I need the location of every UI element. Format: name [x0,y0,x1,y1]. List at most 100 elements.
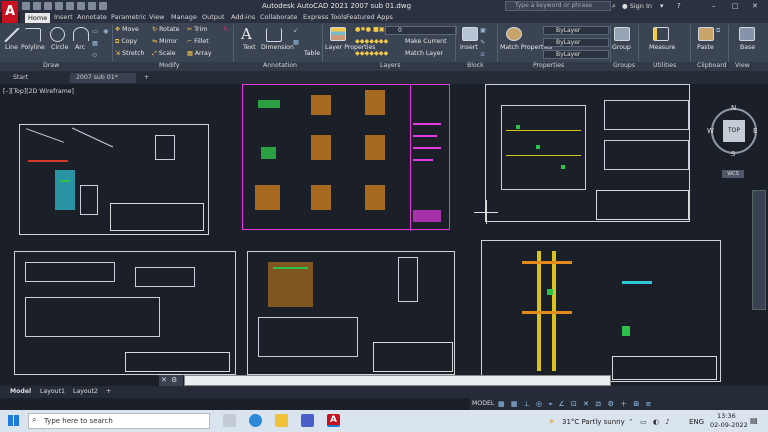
circle-button[interactable]: Circle [51,44,68,51]
panel-label-properties[interactable]: Properties [533,62,564,69]
wrench-icon[interactable]: ⚙ [171,376,177,384]
clock-time[interactable]: 13:36 [717,412,736,420]
rotate-button[interactable]: ↻ Rotate [152,26,179,33]
weather-status[interactable]: 31°C Partly sunny [562,418,625,426]
arc-icon[interactable] [73,27,89,41]
input-language[interactable]: ENG [689,418,704,426]
polyline-icon[interactable] [25,28,41,42]
panel-label-utilities[interactable]: Utilities [653,62,676,69]
stretch-button[interactable]: ⇲ Stretch [115,50,144,57]
search-icon[interactable]: ⌕ [612,2,616,11]
rectangle-icon[interactable]: ▭ [92,28,98,35]
tab-view[interactable]: View [149,13,164,21]
line-icon[interactable] [4,28,20,42]
system-tray-icons[interactable]: ⌃ ▭ ◐ ♪ [628,418,672,426]
tab-express-tools[interactable]: Express Tools [303,13,346,21]
panel-label-view[interactable]: View [735,62,750,69]
maximize-icon[interactable]: □ [732,2,739,10]
panel-label-clipboard[interactable]: Clipboard [697,62,727,69]
array-button[interactable]: ▦ Array [187,50,212,57]
viewcube[interactable]: TOP N S E W [707,104,761,162]
web-mobile-icon[interactable] [66,2,74,10]
open-file-icon[interactable] [33,2,41,10]
copy-button[interactable]: ⧉ Copy [115,38,137,46]
hatch-icon[interactable]: ▦ [92,40,98,47]
autocad-taskbar-icon[interactable]: A [327,414,340,427]
measure-icon[interactable] [653,27,669,41]
match-layer-button[interactable]: Match Layer [405,50,443,57]
tab-output[interactable]: Output [202,13,225,21]
paste-icon[interactable] [698,27,714,41]
tab-layout1[interactable]: Layout1 [40,388,65,395]
line-button[interactable]: Line [5,44,18,51]
notification-icon[interactable]: ▤ [750,416,758,425]
add-layout-button[interactable]: + [106,388,111,395]
panel-label-modify[interactable]: Modify [159,62,180,69]
text-button[interactable]: Text [243,44,256,51]
dimension-button[interactable]: Dimension [261,44,294,51]
tab-start[interactable]: Start [7,73,67,83]
new-file-icon[interactable] [22,2,30,10]
panel-label-draw[interactable]: Draw [43,62,59,69]
edit-attribute-icon[interactable]: ≡ [480,51,485,58]
leader-icon[interactable]: ↙ [293,27,298,34]
plot-icon[interactable] [77,2,85,10]
panel-label-layers[interactable]: Layers [380,62,400,69]
panel-label-groups[interactable]: Groups [613,62,635,69]
close-icon[interactable]: ✕ [752,2,758,10]
measure-button[interactable]: Measure [649,44,675,51]
linetype-dropdown[interactable]: ByLayer [543,38,609,47]
edge-icon[interactable] [249,414,262,427]
circle-icon[interactable] [50,27,65,42]
search-input[interactable]: Type a keyword or phrase [505,1,611,11]
match-properties-icon[interactable] [506,27,522,41]
tab-parametric[interactable]: Parametric [111,13,146,21]
create-block-icon[interactable]: ▣ [480,27,486,34]
model-space-toggle[interactable]: MODEL [472,400,494,407]
sign-in-button[interactable]: ● Sign In [622,2,652,10]
table-icon[interactable]: ▦ [293,39,299,46]
arc-button[interactable]: Arc [75,44,85,51]
copy-clip-icon[interactable]: ⧉ [716,27,720,35]
help-icon[interactable]: ? [677,2,681,10]
new-tab-button[interactable]: + [138,73,155,83]
command-input[interactable] [184,375,611,386]
panel-label-block[interactable]: Block [467,62,484,69]
minimize-icon[interactable]: – [712,2,716,10]
redo-icon[interactable] [99,2,107,10]
fillet-button[interactable]: ⌐ Fillet [187,38,209,45]
tab-collaborate[interactable]: Collaborate [260,13,297,21]
navigation-bar[interactable] [752,190,766,310]
panel-label-annotation[interactable]: Annotation [263,62,297,69]
erase-icon[interactable]: ✎ [223,26,228,33]
insert-block-icon[interactable] [462,27,478,41]
edit-block-icon[interactable]: ✎ [480,39,485,46]
group-icon[interactable] [614,27,630,41]
layer-tools-icons[interactable]: ◆◆◆◆◆◆◆ [355,38,388,45]
base-button[interactable]: Base [740,44,755,51]
layer-dropdown[interactable]: 0 [385,26,457,35]
tab-annotate[interactable]: Annotate [77,13,107,21]
tab-layout2[interactable]: Layout2 [73,388,98,395]
tab-home[interactable]: Home [25,13,51,23]
layer-properties-icon[interactable] [330,27,346,41]
tab-active-drawing[interactable]: 2007 sub 01* [70,73,136,83]
cart-icon[interactable]: ▾ [660,2,664,10]
task-view-icon[interactable] [223,414,236,427]
tab-add-ins[interactable]: Add-ins [231,13,255,21]
table-button[interactable]: Table [304,50,320,57]
taskbar-search-input[interactable]: Type here to search [28,413,210,429]
wcs-menu[interactable]: WCS [722,170,744,178]
save-icon[interactable] [44,2,52,10]
base-view-icon[interactable] [739,27,755,41]
store-icon[interactable] [301,414,314,427]
paste-button[interactable]: Paste [697,44,714,51]
undo-icon[interactable] [88,2,96,10]
color-dropdown[interactable]: ByLayer [543,26,609,35]
make-current-button[interactable]: Make Current [405,38,447,45]
save-as-icon[interactable] [55,2,63,10]
polyline-button[interactable]: Polyline [21,44,45,51]
status-toggle-icons[interactable]: ▦ ▦ ⊥ ◎ ⌖ ∠ ⊡ ✕ ⚖ ⚙ ＋ ⊞ ≡ [498,399,653,409]
move-button[interactable]: ✥ Move [115,26,139,33]
tab-featured-apps[interactable]: Featured Apps [346,13,393,21]
